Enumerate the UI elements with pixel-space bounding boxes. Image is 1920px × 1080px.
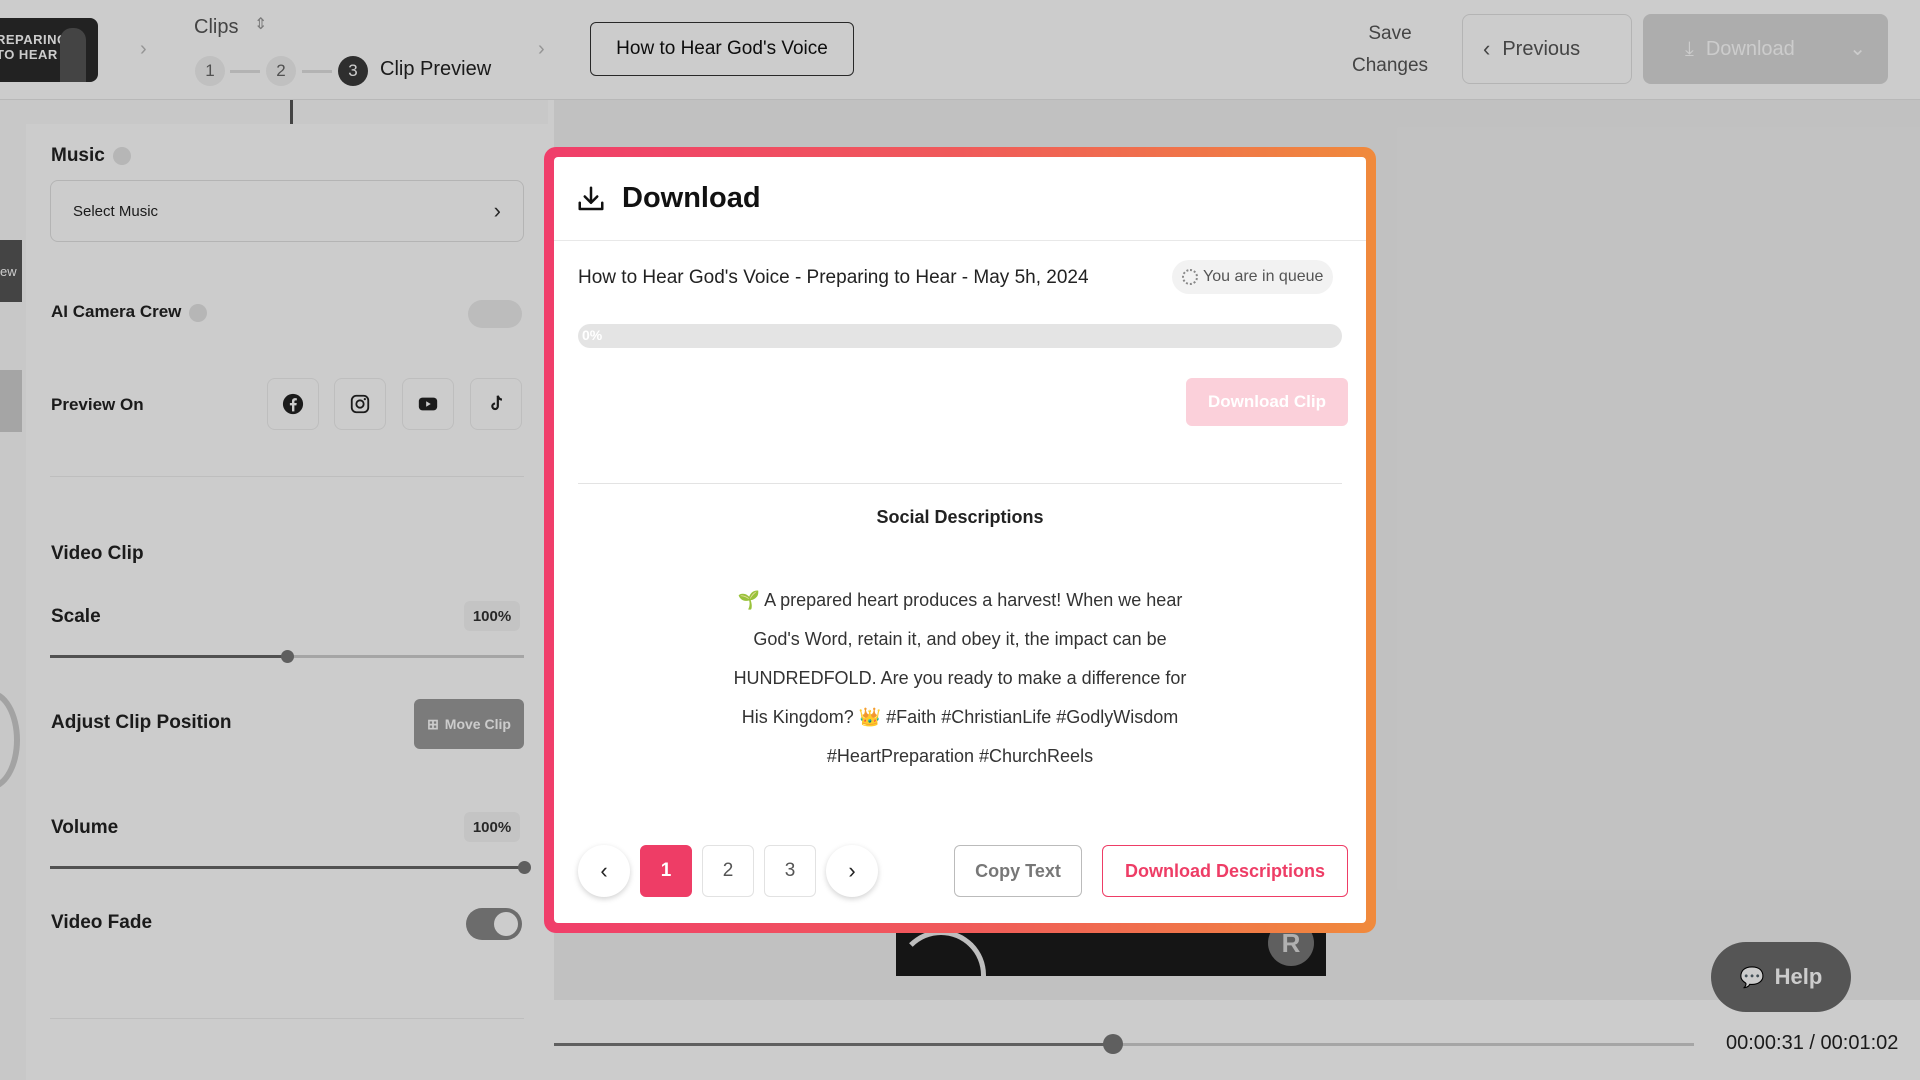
download-progress-bar: 0% [578, 324, 1342, 348]
chevron-left-icon[interactable]: ‹ [578, 845, 630, 897]
queue-status-text: You are in queue [1203, 268, 1324, 285]
page-1-button[interactable]: 1 [640, 845, 692, 897]
download-icon [578, 186, 604, 210]
queue-status-badge: You are in queue [1172, 260, 1334, 294]
page-2-button[interactable]: 2 [702, 845, 754, 897]
modal-header: Download [554, 157, 1366, 241]
spinner-icon [1182, 269, 1198, 285]
download-modal: Download How to Hear God's Voice - Prepa… [554, 157, 1366, 923]
chevron-right-icon[interactable]: › [826, 845, 878, 897]
clip-name: How to Hear God's Voice - Preparing to H… [578, 267, 1089, 288]
page-3-button[interactable]: 3 [764, 845, 816, 897]
modal-title: Download [622, 182, 761, 214]
modal-divider [578, 483, 1342, 484]
download-progress-text: 0% [582, 327, 603, 343]
copy-text-button[interactable]: Copy Text [954, 845, 1082, 897]
download-clip-button[interactable]: Download Clip [1186, 378, 1348, 426]
social-description-text: 🌱 A prepared heart produces a harvest! W… [733, 590, 1187, 766]
social-descriptions-title: Social Descriptions [876, 507, 1044, 527]
download-modal-frame: Download How to Hear God's Voice - Prepa… [544, 147, 1376, 933]
download-descriptions-button[interactable]: Download Descriptions [1102, 845, 1348, 897]
